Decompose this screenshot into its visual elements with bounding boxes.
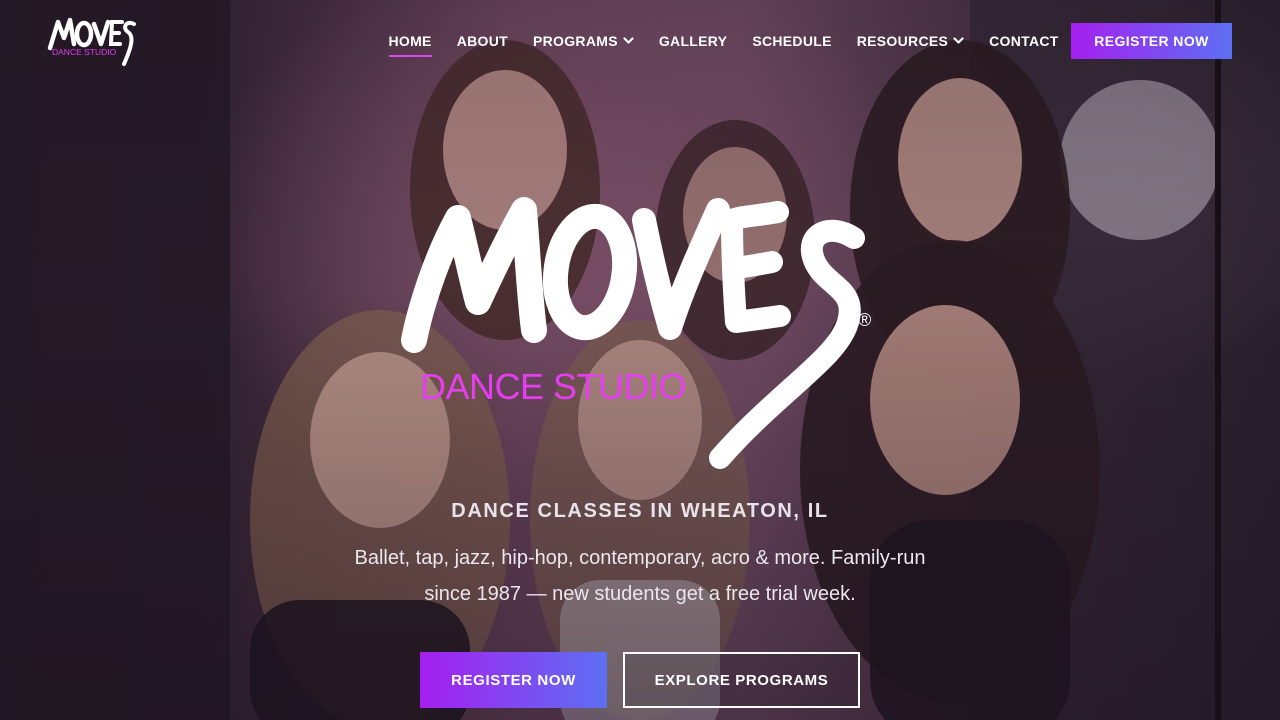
top-navigation: DANCE STUDIO HOME ABOUT PROGRAMS GALLERY… — [0, 0, 1280, 84]
nav-item-label: SCHEDULE — [752, 33, 832, 49]
nav-item-label: PROGRAMS — [532, 33, 618, 49]
nav-item-resources[interactable]: RESOURCES — [857, 33, 964, 49]
hero-logo-subtitle: DANCE STUDIO — [420, 366, 687, 407]
nav-item-label: ABOUT — [456, 33, 508, 49]
hero-description: Ballet, tap, jazz, hip-hop, contemporary… — [354, 547, 926, 605]
nav-item-home[interactable]: HOME — [388, 33, 432, 57]
hero-register-button[interactable]: REGISTER NOW — [420, 652, 607, 708]
nav-item-schedule[interactable]: SCHEDULE — [752, 33, 831, 49]
nav-register-button[interactable]: REGISTER NOW — [1071, 23, 1232, 59]
nav-menu: HOME ABOUT PROGRAMS GALLERY SCHEDULE RES… — [376, 22, 1071, 60]
chevron-down-icon — [623, 37, 634, 44]
explore-programs-button[interactable]: EXPLORE PROGRAMS — [623, 652, 860, 708]
hero-logo: ® DANCE STUDIO — [400, 190, 880, 480]
nav-item-label: RESOURCES — [856, 33, 949, 49]
nav-item-label: CONTACT — [989, 33, 1059, 49]
nav-item-programs[interactable]: PROGRAMS — [533, 33, 634, 49]
header-logo[interactable]: DANCE STUDIO — [46, 14, 138, 68]
nav-item-label: GALLERY — [658, 33, 728, 49]
moves-logo-icon: DANCE STUDIO — [47, 17, 136, 66]
registered-mark: ® — [858, 310, 872, 330]
moves-wordmark-icon — [401, 197, 865, 469]
nav-item-gallery[interactable]: GALLERY — [659, 33, 727, 49]
nav-item-contact[interactable]: CONTACT — [989, 33, 1059, 49]
chevron-down-icon — [953, 37, 964, 44]
svg-text:DANCE STUDIO: DANCE STUDIO — [52, 47, 117, 57]
nav-item-about[interactable]: ABOUT — [457, 33, 508, 49]
hero-tagline: DANCE CLASSES IN WHEATON, IL — [451, 500, 829, 522]
nav-item-label: HOME — [388, 33, 432, 49]
